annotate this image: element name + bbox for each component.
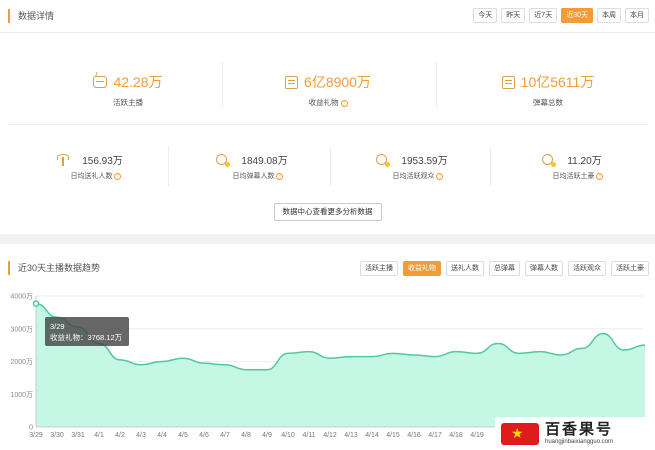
stat-value: 1849.08万 xyxy=(241,156,288,167)
x-tick-label: 4/19 xyxy=(470,432,484,439)
divider xyxy=(0,32,655,33)
x-tick-label: 3/30 xyxy=(50,432,64,439)
user-icon xyxy=(216,154,231,167)
user-icon xyxy=(376,154,391,167)
info-icon[interactable]: ! xyxy=(340,99,348,107)
stat-label: 日均弹幕人数 xyxy=(232,173,275,180)
chart-tooltip: 3/29 收益礼物：3768.12万 xyxy=(45,317,129,346)
stat-value: 6亿8900万 xyxy=(304,74,371,90)
x-tick-label: 4/12 xyxy=(323,432,337,439)
more-analytics-button[interactable]: 数据中心查看更多分析数据 xyxy=(273,203,382,221)
x-tick-label: 4/10 xyxy=(281,432,295,439)
x-tick-label: 4/1 xyxy=(94,432,104,439)
x-tick-label: 4/4 xyxy=(157,432,167,439)
metric-tab-active-viewers[interactable]: 活跃观众 xyxy=(568,261,606,276)
stat-daily-active-viewers: 1953.59万 日均活跃观众 ! xyxy=(355,152,469,181)
trend-panel: 近30天主播数据趋势 活跃主播 收益礼物 送礼人数 总弹幕 弹幕人数 活跃观众 … xyxy=(0,244,655,450)
stat-value: 11.20万 xyxy=(567,156,602,167)
metric-tab-bar: 活跃主播 收益礼物 送礼人数 总弹幕 弹幕人数 活跃观众 活跃土豪 xyxy=(360,261,649,276)
x-tick-label: 4/11 xyxy=(302,432,315,439)
document-icon xyxy=(501,75,515,89)
tooltip-date: 3/29 xyxy=(50,322,65,331)
info-icon[interactable]: ! xyxy=(436,172,444,180)
divider xyxy=(490,146,491,186)
document-icon xyxy=(285,75,299,89)
data-point xyxy=(32,300,40,307)
y-tick-label: 3000万 xyxy=(10,325,33,333)
divider xyxy=(8,124,647,125)
x-tick-label: 4/3 xyxy=(136,432,146,439)
x-tick-label: 3/29 xyxy=(29,432,43,439)
user-icon xyxy=(542,154,557,167)
range-tab-this-week[interactable]: 本周 xyxy=(597,8,621,23)
stat-value: 1953.59万 xyxy=(401,156,448,167)
stat-value: 42.28万 xyxy=(113,74,163,90)
divider xyxy=(168,146,169,186)
star-logo-icon xyxy=(501,422,539,445)
x-tick-label: 4/6 xyxy=(199,432,209,439)
stat-label: 活跃主播 xyxy=(113,98,143,107)
range-tab-yesterday[interactable]: 昨天 xyxy=(501,8,526,23)
metric-tab-total-danmaku[interactable]: 总弹幕 xyxy=(489,261,520,276)
watermark-url: huangjinbaixiangguo.com xyxy=(545,439,614,445)
range-tab-today[interactable]: 今天 xyxy=(473,8,498,23)
y-tick-label: 0 xyxy=(29,425,33,432)
watermark: 百香果号 huangjinbaixiangguo.com xyxy=(495,417,655,450)
stat-active-streamers: 42.28万 活跃主播 xyxy=(68,72,188,108)
stat-daily-gift-senders: 156.93万 日均送礼人数 ! xyxy=(35,152,145,181)
divider xyxy=(436,62,437,108)
metric-tab-danmaku-senders[interactable]: 弹幕人数 xyxy=(525,261,563,276)
stat-label: 日均活跃土豪 xyxy=(552,173,595,180)
range-tab-30days[interactable]: 近30天 xyxy=(561,8,593,23)
stat-daily-active-big-spenders: 11.20万 日均活跃土豪 ! xyxy=(516,152,628,181)
x-tick-label: 4/18 xyxy=(449,432,463,439)
info-icon[interactable]: ! xyxy=(276,172,284,180)
data-details-panel: 数据详情 今天 昨天 近7天 近30天 本周 本月 42.28万 活跃主播 6亿… xyxy=(0,0,655,234)
x-tick-label: 4/2 xyxy=(115,432,125,439)
metric-tab-active-big-spenders[interactable]: 活跃土豪 xyxy=(611,261,649,276)
x-tick-label: 3/31 xyxy=(71,432,85,439)
x-tick-label: 4/16 xyxy=(407,432,421,439)
info-icon[interactable]: ! xyxy=(114,172,122,180)
stat-value: 10亿5611万 xyxy=(520,74,595,90)
stat-label: 弹幕总数 xyxy=(533,98,563,107)
stat-daily-danmaku-senders: 1849.08万 日均弹幕人数 ! xyxy=(196,152,308,181)
x-tick-label: 4/14 xyxy=(365,432,379,439)
stat-value: 156.93万 xyxy=(82,156,123,167)
stat-label: 收益礼物 xyxy=(308,98,339,107)
y-tick-label: 2000万 xyxy=(10,358,33,366)
x-tick-label: 4/5 xyxy=(178,432,188,439)
metric-tab-gift-senders[interactable]: 送礼人数 xyxy=(446,261,484,276)
stat-danmaku-total: 10亿5611万 弹幕总数 xyxy=(483,72,613,108)
divider xyxy=(222,62,223,108)
x-tick-label: 4/17 xyxy=(428,432,442,439)
stat-label: 日均送礼人数 xyxy=(70,173,113,180)
metric-tab-gift-income[interactable]: 收益礼物 xyxy=(403,261,441,276)
x-tick-label: 4/7 xyxy=(220,432,230,439)
section-title-trend: 近30天主播数据趋势 xyxy=(8,261,100,275)
x-tick-label: 4/15 xyxy=(386,432,400,439)
metric-tab-active-streamers[interactable]: 活跃主播 xyxy=(360,261,398,276)
section-title-details: 数据详情 xyxy=(8,9,54,23)
range-tab-7days[interactable]: 近7天 xyxy=(529,8,558,23)
x-tick-label: 4/8 xyxy=(241,432,251,439)
tooltip-value: 收益礼物：3768.12万 xyxy=(50,333,123,342)
y-tick-label: 4000万 xyxy=(10,293,33,301)
tv-icon xyxy=(93,76,108,88)
plant-icon xyxy=(57,153,70,166)
stat-label: 日均活跃观众 xyxy=(392,173,435,180)
divider xyxy=(330,146,331,186)
watermark-name: 百香果号 xyxy=(545,421,614,438)
stat-gift-income: 6亿8900万 收益礼物 ! xyxy=(268,72,388,108)
y-tick-label: 1000万 xyxy=(10,391,33,399)
x-tick-label: 4/13 xyxy=(344,432,358,439)
x-tick-label: 4/9 xyxy=(262,432,272,439)
info-icon[interactable]: ! xyxy=(596,172,604,180)
range-tab-bar: 今天 昨天 近7天 近30天 本周 本月 xyxy=(473,8,649,23)
range-tab-this-month[interactable]: 本月 xyxy=(625,8,649,23)
